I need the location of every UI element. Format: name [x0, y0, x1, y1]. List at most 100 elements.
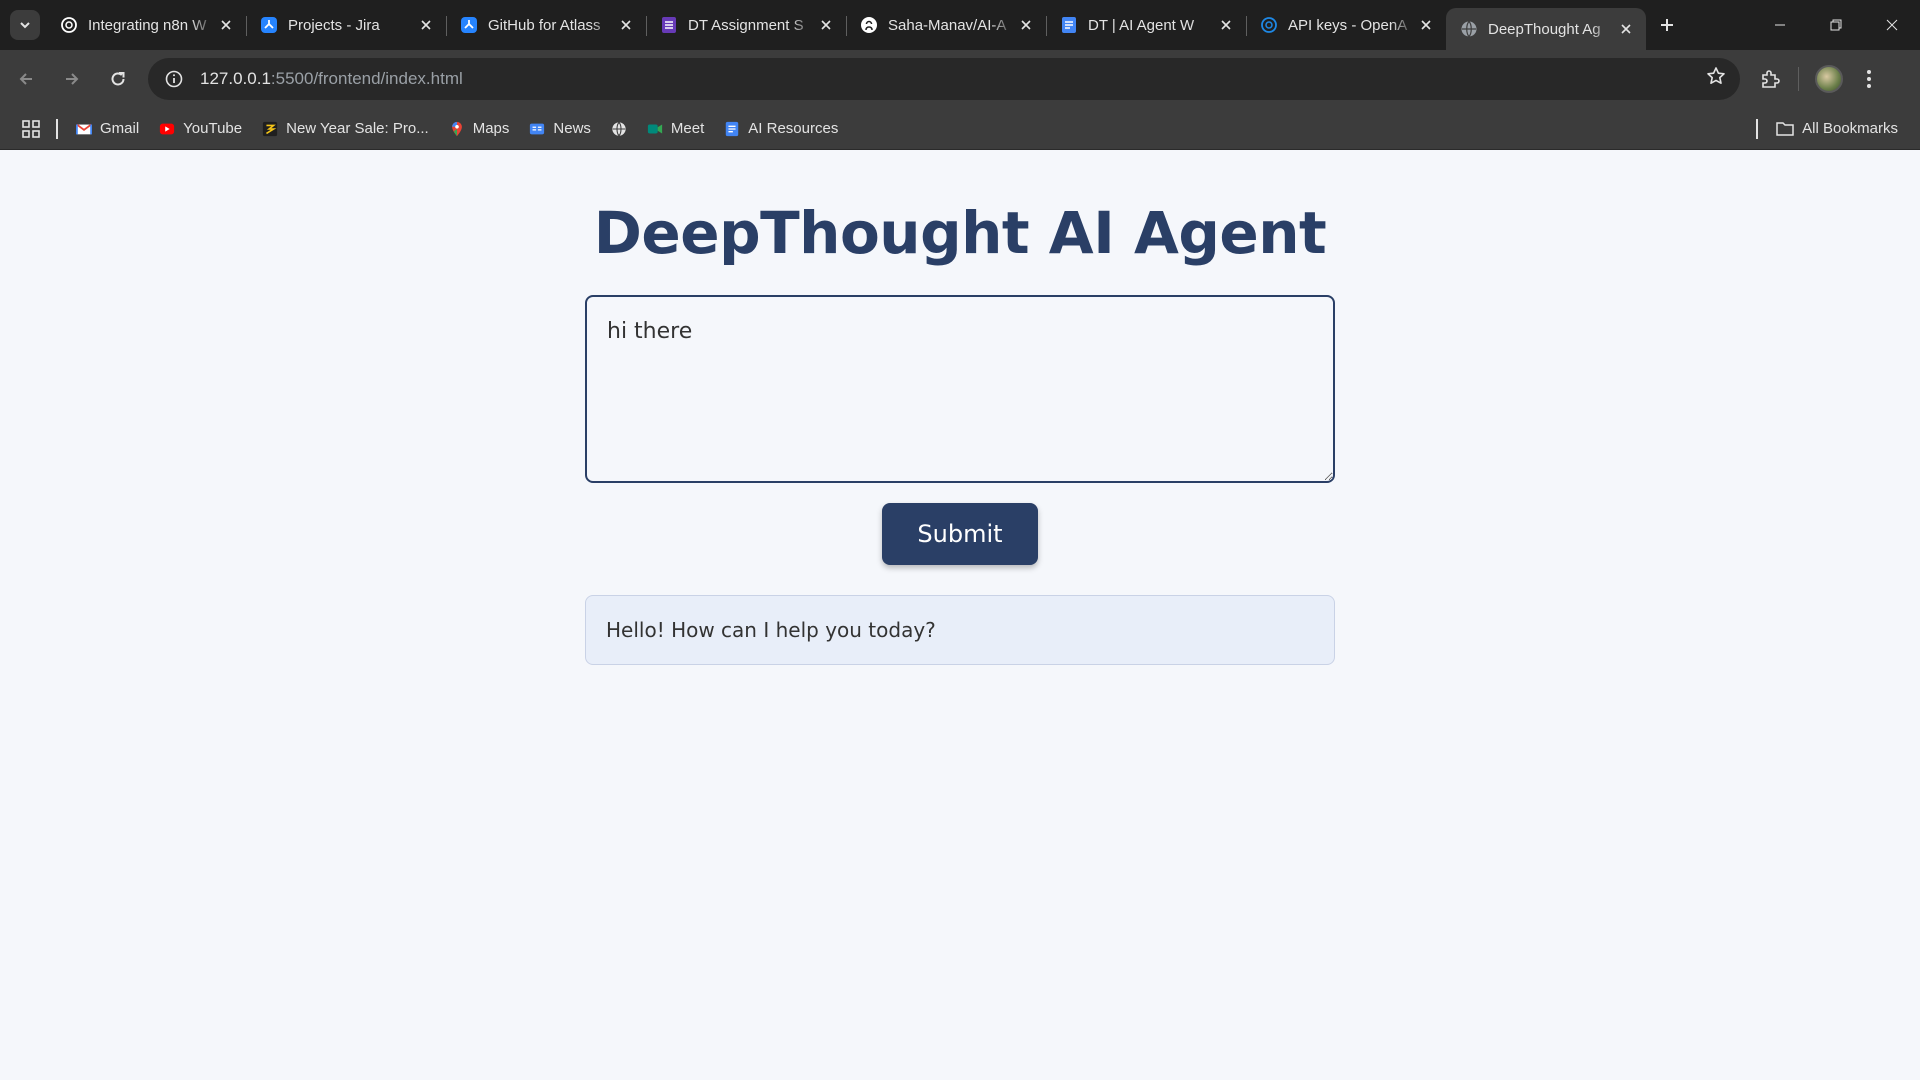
forward-button[interactable] — [52, 59, 92, 99]
chevron-down-icon — [20, 22, 30, 29]
minimize-button[interactable] — [1752, 0, 1808, 50]
tab-strip: Integrating n8n W Projects - Jira GitHub f… — [0, 0, 1920, 50]
gmail-icon — [76, 121, 92, 137]
tab-search-button[interactable] — [10, 10, 40, 40]
openai-icon — [1260, 16, 1278, 34]
apps-button[interactable] — [14, 114, 48, 144]
bookmark-label: New Year Sale: Pro... — [286, 120, 429, 137]
bookmark-label: Meet — [670, 120, 705, 137]
close-icon[interactable] — [1616, 19, 1636, 39]
bookmark-gmail[interactable]: Gmail — [68, 114, 147, 144]
close-icon[interactable] — [1416, 15, 1436, 35]
arrow-right-icon — [66, 73, 79, 85]
plus-icon — [1661, 19, 1673, 31]
response-box: Hello! How can I help you today? — [585, 595, 1335, 665]
openai-icon — [60, 16, 78, 34]
tab-title: GitHub for Atlass — [488, 16, 601, 34]
jira-icon — [260, 16, 278, 34]
bookmark-star-icon[interactable] — [1706, 66, 1726, 92]
close-window-button[interactable] — [1864, 0, 1920, 50]
avatar — [1815, 65, 1843, 93]
close-icon[interactable] — [616, 15, 636, 35]
globe-icon — [611, 121, 627, 137]
github-icon — [860, 16, 878, 34]
more-vert-icon — [1867, 70, 1871, 88]
url-path: :5500/frontend/index.html — [270, 69, 463, 88]
tab-3[interactable]: GitHub for Atlass — [446, 0, 646, 50]
menu-button[interactable] — [1849, 59, 1889, 99]
address-bar[interactable]: 127.0.0.1:5500/frontend/index.html — [148, 58, 1740, 100]
tab-list: Integrating n8n W Projects - Jira GitHub f… — [46, 0, 1646, 50]
bookmark-label: YouTube — [183, 120, 243, 137]
bookmark-maps[interactable]: Maps — [441, 114, 518, 144]
close-icon[interactable] — [416, 15, 436, 35]
tab-4[interactable]: DT Assignment S — [646, 0, 846, 50]
query-input[interactable]: hi there — [585, 295, 1335, 483]
tab-title: DT Assignment S — [688, 16, 804, 34]
bookmark-meet[interactable]: Meet — [639, 114, 712, 144]
close-icon — [1886, 19, 1898, 31]
response-text: Hello! How can I help you today? — [606, 618, 936, 642]
url-text[interactable]: 127.0.0.1:5500/frontend/index.html — [200, 69, 1706, 89]
bookmark-news[interactable]: News — [521, 114, 599, 144]
submit-button[interactable]: Submit — [882, 503, 1038, 565]
site-info-icon[interactable] — [162, 67, 186, 91]
tab-title: DT | AI Agent W — [1088, 16, 1195, 34]
minimize-icon — [1775, 24, 1785, 26]
restore-button[interactable] — [1808, 0, 1864, 50]
browser-toolbar: 127.0.0.1:5500/frontend/index.html — [0, 50, 1920, 108]
tab-6[interactable]: DT | AI Agent W — [1046, 0, 1246, 50]
reload-icon — [111, 72, 125, 86]
bookmark-globe[interactable] — [603, 114, 635, 144]
window-controls — [1752, 0, 1920, 50]
tab-title: API keys - OpenA — [1288, 16, 1408, 34]
docs-icon — [1060, 16, 1078, 34]
new-tab-button[interactable] — [1652, 10, 1682, 40]
tab-title: Saha-Manav/AI-A — [888, 16, 1007, 34]
profile-button[interactable] — [1809, 59, 1849, 99]
extensions-button[interactable] — [1750, 59, 1790, 99]
tab-title: Integrating n8n W — [88, 16, 207, 34]
meet-icon — [647, 121, 663, 137]
bookmark-label: AI Resources — [748, 120, 839, 137]
tab-5[interactable]: Saha-Manav/AI-A — [846, 0, 1046, 50]
toolbar-divider — [1798, 67, 1799, 91]
bookmark-label: Maps — [472, 120, 510, 137]
reload-button[interactable] — [98, 59, 138, 99]
tab-8[interactable]: DeepThought Ag — [1446, 8, 1646, 50]
close-icon[interactable] — [816, 15, 836, 35]
bookmarks-divider — [56, 118, 58, 139]
apps-grid-icon — [22, 119, 40, 138]
maps-icon — [449, 121, 465, 137]
bookmark-label: News — [553, 120, 591, 137]
tab-2[interactable]: Projects - Jira — [246, 0, 446, 50]
page-title: DeepThought AI Agent — [593, 199, 1327, 267]
news-icon — [529, 121, 545, 137]
all-bookmarks-button[interactable]: All Bookmarks — [1768, 114, 1906, 144]
bookmark-list: Gmail YouTube New Year Sale: Pro... Maps New… — [68, 114, 850, 144]
docs-icon — [724, 121, 740, 137]
url-host: 127.0.0.1 — [200, 69, 271, 88]
bookmark-new-year-sale-pro[interactable]: New Year Sale: Pro... — [254, 114, 437, 144]
back-button[interactable] — [6, 59, 46, 99]
tab-title: DeepThought Ag — [1488, 20, 1601, 38]
bookmarks-divider-right — [1756, 118, 1758, 139]
close-icon[interactable] — [216, 15, 236, 35]
bookmark-youtube[interactable]: YouTube — [151, 114, 250, 144]
puzzle-icon — [1762, 70, 1780, 88]
all-bookmarks-label: All Bookmarks — [1802, 120, 1898, 137]
jira-icon — [460, 16, 478, 34]
globe-icon — [1460, 20, 1478, 38]
tab-7[interactable]: API keys - OpenA — [1246, 0, 1446, 50]
folder-icon — [1776, 121, 1794, 136]
youtube-icon — [159, 121, 175, 137]
tab-title: Projects - Jira — [288, 16, 380, 34]
bookmark-ai-resources[interactable]: AI Resources — [716, 114, 846, 144]
sale-icon — [262, 121, 278, 137]
page-content: DeepThought AI Agent hi there Submit Hel… — [0, 151, 1920, 1080]
restore-icon — [1830, 19, 1842, 31]
tab-1[interactable]: Integrating n8n W — [46, 0, 246, 50]
close-icon[interactable] — [1216, 15, 1236, 35]
bookmark-label: Gmail — [100, 120, 140, 137]
close-icon[interactable] — [1016, 15, 1036, 35]
